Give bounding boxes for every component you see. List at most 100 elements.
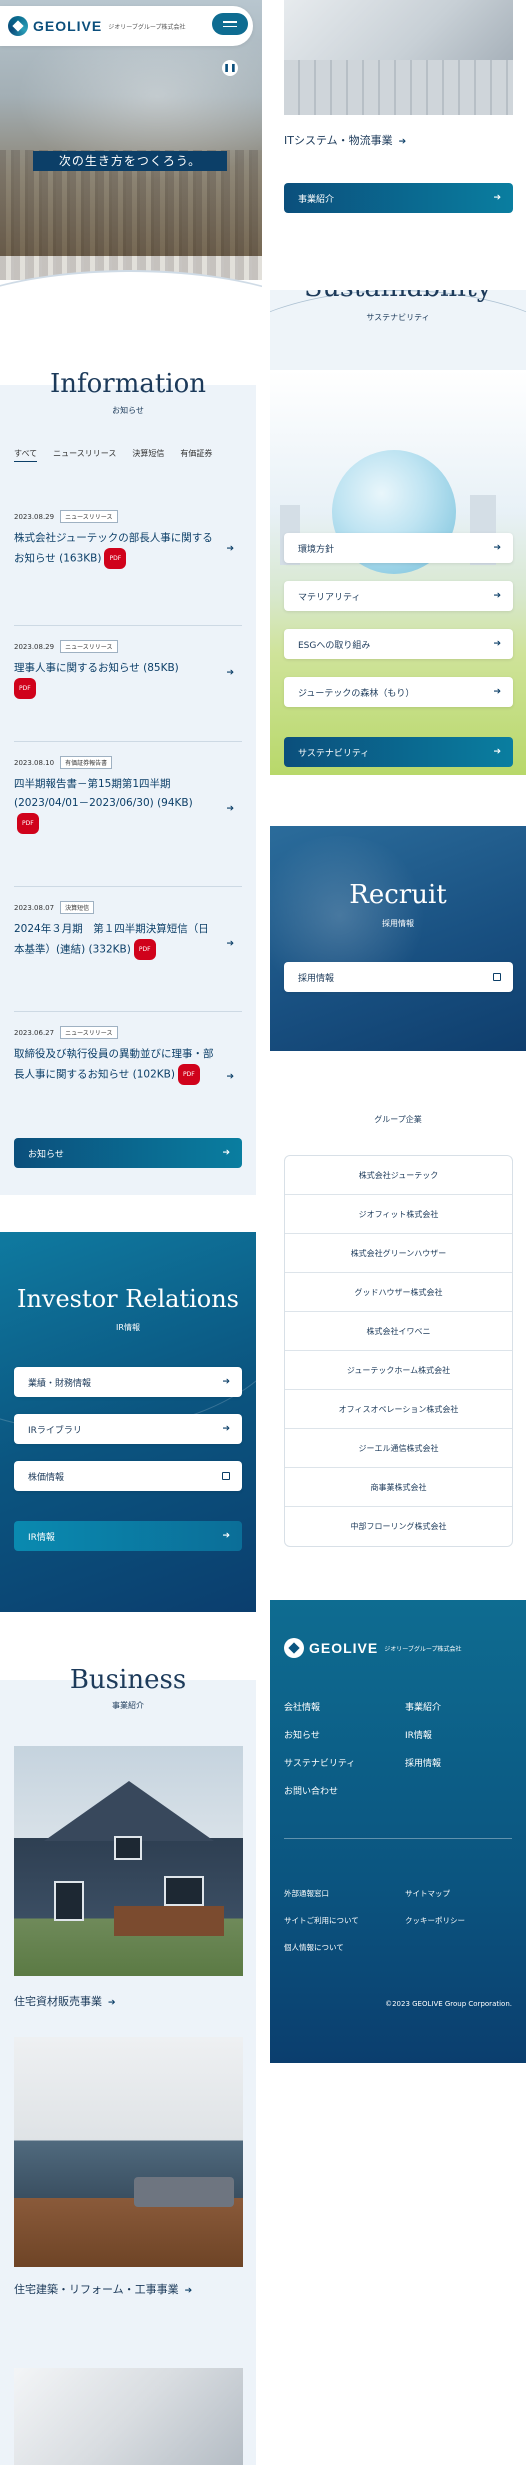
arrow-right-icon: ➔ <box>226 668 234 678</box>
group-company-link[interactable]: 株式会社イワベニ <box>285 1312 512 1351</box>
sus-link-label: マテリアリティ <box>298 592 361 603</box>
arrow-right-icon: ➔ <box>226 544 234 554</box>
sustainability-more-button[interactable]: サステナビリティ ➔ <box>284 737 513 767</box>
arrow-right-icon: ➔ <box>222 1148 230 1158</box>
group-company-link[interactable]: 中部フローリング株式会社 <box>285 1507 512 1546</box>
hamburger-icon-line <box>223 25 237 27</box>
footer-link-ir[interactable]: IR情報 <box>405 1728 432 1741</box>
group-company-list: 株式会社ジューテック ジオフィット株式会社 株式会社グリーンハウザー グッドハウ… <box>284 1155 513 1547</box>
ir-more-button[interactable]: IR情報 ➔ <box>14 1521 242 1551</box>
footer-link-news[interactable]: お知らせ <box>284 1728 320 1741</box>
news-item[interactable]: 2023.08.29 ニュースリリース 理事人事に関するお知らせ (85KB) PD… <box>14 626 242 742</box>
house-window <box>114 1836 142 1860</box>
ir-link-stock[interactable]: 株価情報 <box>14 1461 242 1491</box>
ir-title: Investor Relations <box>16 1285 239 1313</box>
footer-link-cookie[interactable]: クッキーポリシー <box>405 1915 465 1926</box>
news-item[interactable]: 2023.08.07 決算短信 2024年３月期 第１四半期決算短信（日本基準）(… <box>14 887 242 1012</box>
recruit-subtitle: 採用情報 <box>382 919 414 928</box>
sus-link-label: ジューテックの森林（もり） <box>298 688 415 699</box>
footer-link-sitemap[interactable]: サイトマップ <box>405 1888 450 1899</box>
pdf-badge: PDF <box>133 939 156 960</box>
group-company-link[interactable]: 株式会社ジューテック <box>285 1156 512 1195</box>
ir-section: Investor Relations IR情報 業績・財務情報 ➔ IRライブラリ… <box>0 1232 256 1612</box>
tab-financial-results[interactable]: 決算短信 <box>132 448 164 462</box>
news-date: 2023.08.29 <box>14 642 55 651</box>
news-title[interactable]: 四半期報告書－第15期第1四半期 (2023/04/01－2023/06/30)… <box>14 778 193 809</box>
group-company-link[interactable]: 商事業株式会社 <box>285 1468 512 1507</box>
news-date: 2023.08.29 <box>14 512 55 521</box>
group-company-link[interactable]: ジーエル通信株式会社 <box>285 1429 512 1468</box>
logo-text[interactable]: GEOLIVE <box>33 18 102 34</box>
news-item[interactable]: 2023.08.29 ニュースリリース 株式会社ジューテックの部長人事に関するお知… <box>14 510 242 626</box>
geolive-logo-icon[interactable] <box>8 16 28 36</box>
sus-link-materiality[interactable]: マテリアリティ ➔ <box>284 581 513 611</box>
news-item[interactable]: 2023.06.27 ニュースリリース 取締役及び執行役員の異動並びに理事・部長人… <box>14 1012 242 1157</box>
sus-link-environment[interactable]: 環境方針 ➔ <box>284 533 513 563</box>
sustainability-subtitle: サステナビリティ <box>366 313 430 322</box>
footer-link-business[interactable]: 事業紹介 <box>405 1700 441 1713</box>
house-roof <box>44 1781 214 1841</box>
external-link-icon <box>493 973 501 981</box>
news-date: 2023.08.10 <box>14 758 55 767</box>
footer-link-recruit[interactable]: 採用情報 <box>405 1756 441 1769</box>
business-more-button[interactable]: 事業紹介 ➔ <box>284 183 513 213</box>
house-deck <box>114 1906 224 1936</box>
tab-securities[interactable]: 有価証券 <box>180 448 212 462</box>
news-item[interactable]: 2023.08.10 有価証券報告書 四半期報告書－第15期第1四半期 (2023… <box>14 742 242 887</box>
arrow-right-icon: ➔ <box>226 1072 234 1082</box>
arrow-right-icon: ➔ <box>108 1998 116 2008</box>
tab-all[interactable]: すべて <box>14 448 38 462</box>
arrow-right-icon: ➔ <box>184 2286 193 2296</box>
footer-logo-text: GEOLIVE <box>309 1640 379 1656</box>
house-materials-image[interactable] <box>14 1746 243 1976</box>
footer-link-sustainability[interactable]: サステナビリティ <box>284 1756 355 1769</box>
ir-link-financial[interactable]: 業績・財務情報 ➔ <box>14 1367 242 1397</box>
tab-news-release[interactable]: ニュースリリース <box>53 448 116 462</box>
arrow-right-icon: ➔ <box>493 543 501 553</box>
ir-more-label: IR情報 <box>28 1532 55 1543</box>
house-construction-image[interactable] <box>14 2037 243 2267</box>
keyboard-graphic <box>284 60 513 115</box>
news-date: 2023.08.07 <box>14 903 55 912</box>
ir-link-label: 業績・財務情報 <box>28 1378 92 1389</box>
ir-link-label: IRライブラリ <box>28 1425 82 1436</box>
group-title: グループ企業 <box>374 1115 422 1124</box>
news-title[interactable]: 理事人事に関するお知らせ (85KB) <box>14 662 179 674</box>
footer-link-whistleblow[interactable]: 外部通報窓口 <box>284 1888 329 1899</box>
arrow-right-icon: ➔ <box>226 804 234 814</box>
business-item-construction[interactable]: 住宅建築・リフォーム・工事事業 ➔ <box>14 2281 192 2297</box>
ir-subtitle: IR情報 <box>116 1323 140 1332</box>
sus-link-label: 環境方針 <box>298 544 335 555</box>
footer-logo[interactable]: GEOLIVE ジオリーブグループ株式会社 <box>284 1638 462 1658</box>
sus-link-esg[interactable]: ESGへの取り組み ➔ <box>284 629 513 659</box>
business-item-it[interactable]: ITシステム・物流事業 ➔ <box>284 132 406 148</box>
arrow-right-icon: ➔ <box>398 137 407 147</box>
business-item-label: 住宅資材販売事業 <box>14 1995 102 2008</box>
sus-link-forest[interactable]: ジューテックの森林（もり） ➔ <box>284 677 513 707</box>
news-more-button[interactable]: お知らせ ➔ <box>14 1138 242 1168</box>
it-logistics-image[interactable] <box>284 0 513 115</box>
group-company-link[interactable]: 株式会社グリーンハウザー <box>285 1234 512 1273</box>
news-title[interactable]: 2024年３月期 第１四半期決算短信（日本基準）(連結) (332KB) <box>14 923 209 956</box>
recruit-link[interactable]: 採用情報 <box>284 962 513 992</box>
news-tag: ニュースリリース <box>60 640 118 653</box>
business-item-label: ITシステム・物流事業 <box>284 134 393 147</box>
group-company-link[interactable]: オフィスオペレーション株式会社 <box>285 1390 512 1429</box>
arrow-right-icon: ➔ <box>226 939 234 949</box>
news-more-label: お知らせ <box>28 1149 64 1160</box>
menu-button[interactable] <box>212 13 248 35</box>
recruit-section: Recruit 採用情報 採用情報 <box>270 826 526 1051</box>
group-company-link[interactable]: グッドハウザー株式会社 <box>285 1273 512 1312</box>
footer-link-contact[interactable]: お問い合わせ <box>284 1784 338 1797</box>
footer-link-terms[interactable]: サイトご利用について <box>284 1915 359 1926</box>
news-tag: 有価証券報告書 <box>60 756 113 769</box>
pdf-badge: PDF <box>17 813 39 834</box>
footer-link-privacy[interactable]: 個人情報について <box>284 1942 344 1953</box>
pause-button[interactable]: ❚❚ <box>222 60 238 76</box>
it-logistics-image-top[interactable] <box>14 2368 243 2465</box>
business-item-materials[interactable]: 住宅資材販売事業 ➔ <box>14 1993 116 2009</box>
group-company-link[interactable]: ジオフィット株式会社 <box>285 1195 512 1234</box>
footer-link-company[interactable]: 会社情報 <box>284 1700 320 1713</box>
ir-link-library[interactable]: IRライブラリ ➔ <box>14 1414 242 1444</box>
group-company-link[interactable]: ジューテックホーム株式会社 <box>285 1351 512 1390</box>
